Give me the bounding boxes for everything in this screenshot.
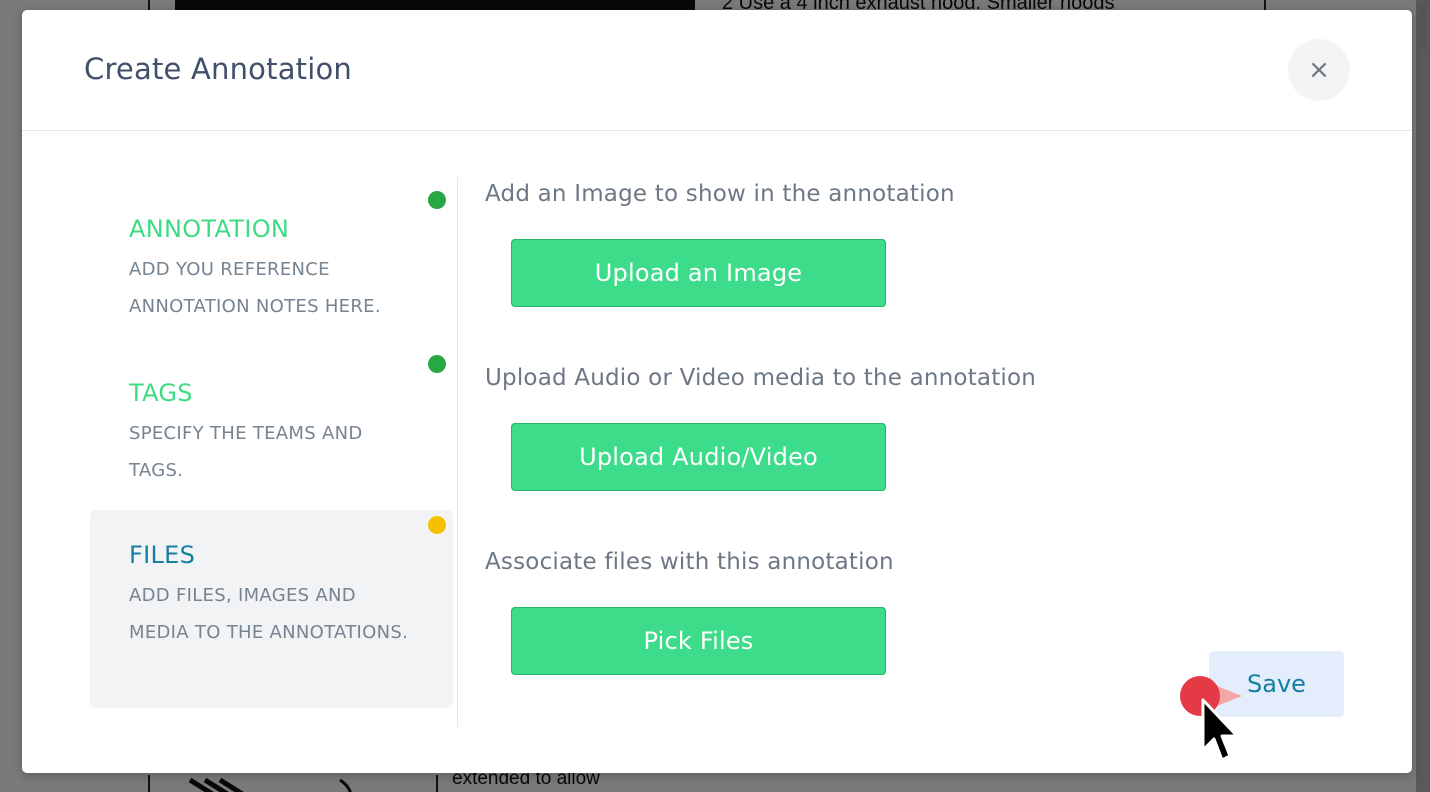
upload-image-button[interactable]: Upload an Image: [511, 239, 886, 307]
step-tags[interactable]: TAGS SPECIFY THE TEAMS AND TAGS.: [90, 347, 457, 497]
scrollbar-thumb[interactable]: [1419, 4, 1427, 50]
media-section-label: Upload Audio or Video media to the annot…: [485, 365, 1037, 391]
step-files[interactable]: FILES ADD FILES, IMAGES AND MEDIA TO THE…: [90, 510, 453, 708]
modal-title: Create Annotation: [84, 52, 353, 86]
close-button[interactable]: ×: [1288, 39, 1350, 101]
step-title: TAGS: [129, 379, 193, 407]
step-description: ADD FILES, IMAGES AND MEDIA TO THE ANNOT…: [129, 585, 409, 643]
page-scrollbar[interactable]: [1416, 0, 1430, 792]
step-complete-indicator: [428, 355, 446, 373]
step-pending-indicator: [428, 516, 446, 534]
mouse-cursor-icon: [1201, 698, 1239, 762]
step-complete-indicator: [428, 191, 446, 209]
step-description: ADD YOU REFERENCE ANNOTATION NOTES HERE.: [129, 259, 381, 317]
pick-files-button[interactable]: Pick Files: [511, 607, 886, 675]
close-icon: ×: [1308, 55, 1330, 85]
modal-header: Create Annotation ×: [22, 10, 1412, 131]
step-title: FILES: [129, 541, 196, 569]
image-section-label: Add an Image to show in the annotation: [485, 181, 955, 207]
create-annotation-modal: Create Annotation × ANNOTATION ADD YOU R…: [22, 10, 1412, 773]
step-annotation[interactable]: ANNOTATION ADD YOU REFERENCE ANNOTATION …: [90, 177, 457, 337]
upload-audio-video-button[interactable]: Upload Audio/Video: [511, 423, 886, 491]
step-description: SPECIFY THE TEAMS AND TAGS.: [129, 423, 363, 481]
step-title: ANNOTATION: [129, 215, 290, 243]
steps-divider: [457, 177, 458, 727]
files-section-label: Associate files with this annotation: [485, 549, 894, 575]
